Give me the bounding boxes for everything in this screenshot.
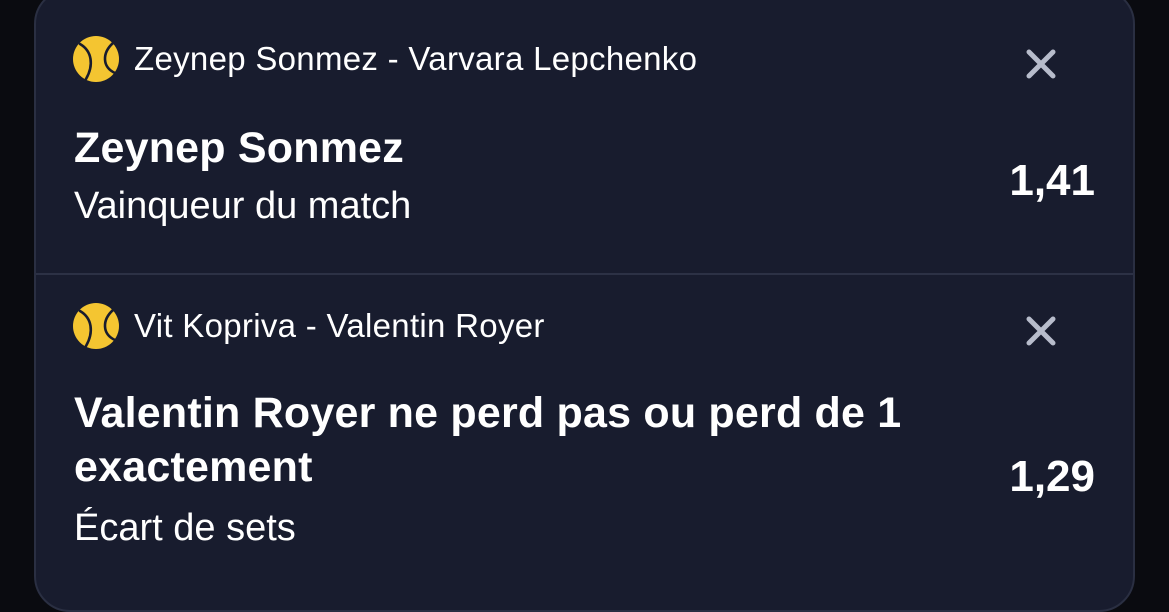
odds-value: 1,29 xyxy=(1009,452,1095,501)
odds-value: 1,41 xyxy=(1009,156,1095,205)
bet-item[interactable]: Vit Kopriva - Valentin Royer Valentin Ro… xyxy=(36,274,1133,610)
event-name: Zeynep Sonmez - Varvara Lepchenko xyxy=(134,40,698,77)
bet-slip-card: Zeynep Sonmez - Varvara Lepchenko Zeynep… xyxy=(34,0,1135,612)
remove-bet-button[interactable] xyxy=(1023,313,1059,349)
event-header: Vit Kopriva - Valentin Royer xyxy=(72,301,545,351)
market-name: Vainqueur du match xyxy=(74,185,412,227)
tennis-ball-icon xyxy=(73,303,119,349)
market-name: Écart de sets xyxy=(74,507,296,549)
bet-item[interactable]: Zeynep Sonmez - Varvara Lepchenko Zeynep… xyxy=(36,0,1133,274)
selection-name: Valentin Royer ne perd pas ou perd de 1 … xyxy=(74,389,902,491)
selection-name: Zeynep Sonmez xyxy=(74,124,404,172)
event-header: Zeynep Sonmez - Varvara Lepchenko xyxy=(72,34,697,84)
event-name: Vit Kopriva - Valentin Royer xyxy=(134,307,545,344)
close-icon xyxy=(1026,49,1056,79)
tennis-ball-icon xyxy=(73,36,119,82)
close-icon xyxy=(1026,316,1056,346)
remove-bet-button[interactable] xyxy=(1023,46,1059,82)
